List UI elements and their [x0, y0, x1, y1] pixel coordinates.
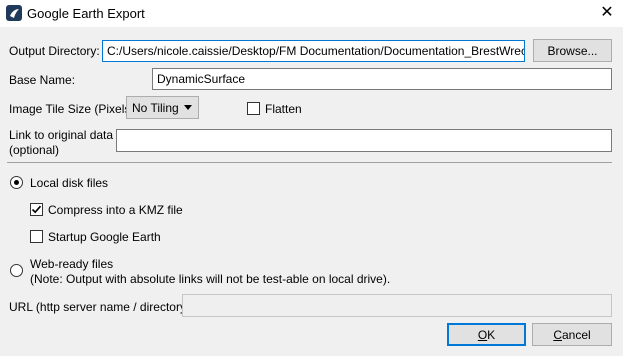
local-disk-radio[interactable]: [10, 176, 23, 189]
ok-mnemonic: O: [477, 327, 488, 342]
compress-kmz-checkbox[interactable]: [30, 203, 43, 216]
cancel-button[interactable]: Cancel: [532, 323, 612, 346]
output-directory-field[interactable]: C:/Users/nicole.caissie/Desktop/FM Docum…: [102, 40, 525, 62]
flatten-label: Flatten: [265, 102, 302, 116]
window-title: Google Earth Export: [27, 6, 145, 21]
ok-label-rest: K: [487, 327, 496, 342]
radio-selected-dot: [14, 180, 19, 185]
tile-size-selected: No Tiling: [132, 100, 179, 115]
url-field[interactable]: [182, 294, 612, 317]
tile-size-dropdown[interactable]: No Tiling: [126, 96, 199, 119]
base-name-label: Base Name:: [9, 73, 76, 87]
local-disk-label: Local disk files: [30, 176, 109, 190]
output-directory-label: Output Directory:: [9, 44, 100, 58]
link-original-label-line2: (optional): [9, 143, 60, 157]
compress-kmz-label: Compress into a KMZ file: [48, 203, 183, 217]
output-directory-value: C:/Users/nicole.caissie/Desktop/FM Docum…: [107, 44, 525, 58]
startup-google-earth-label: Startup Google Earth: [48, 230, 161, 244]
cancel-label-rest: ancel: [561, 327, 591, 342]
separator: [7, 162, 612, 163]
browse-button-label: Browse...: [547, 43, 598, 58]
base-name-value: DynamicSurface: [157, 72, 246, 86]
checkmark-icon: [31, 205, 42, 214]
google-earth-icon: [6, 5, 22, 21]
link-original-field[interactable]: [116, 129, 612, 152]
tile-size-label: Image Tile Size (Pixels):: [9, 102, 138, 116]
browse-button[interactable]: Browse...: [533, 39, 612, 62]
close-icon[interactable]: ✕: [598, 4, 616, 22]
base-name-field[interactable]: DynamicSurface: [152, 68, 612, 90]
chevron-down-icon: [184, 105, 192, 110]
web-ready-radio[interactable]: [10, 264, 23, 277]
cancel-mnemonic: C: [553, 327, 562, 342]
web-ready-label: Web-ready files: [30, 257, 114, 271]
link-original-label-line1: Link to original data: [9, 128, 114, 142]
flatten-checkbox[interactable]: [247, 102, 260, 115]
url-label: URL (http server name / directory):: [9, 300, 194, 314]
web-ready-note: (Note: Output with absolute links will n…: [30, 272, 391, 286]
ok-button[interactable]: OK: [447, 323, 526, 346]
startup-google-earth-checkbox[interactable]: [30, 230, 43, 243]
